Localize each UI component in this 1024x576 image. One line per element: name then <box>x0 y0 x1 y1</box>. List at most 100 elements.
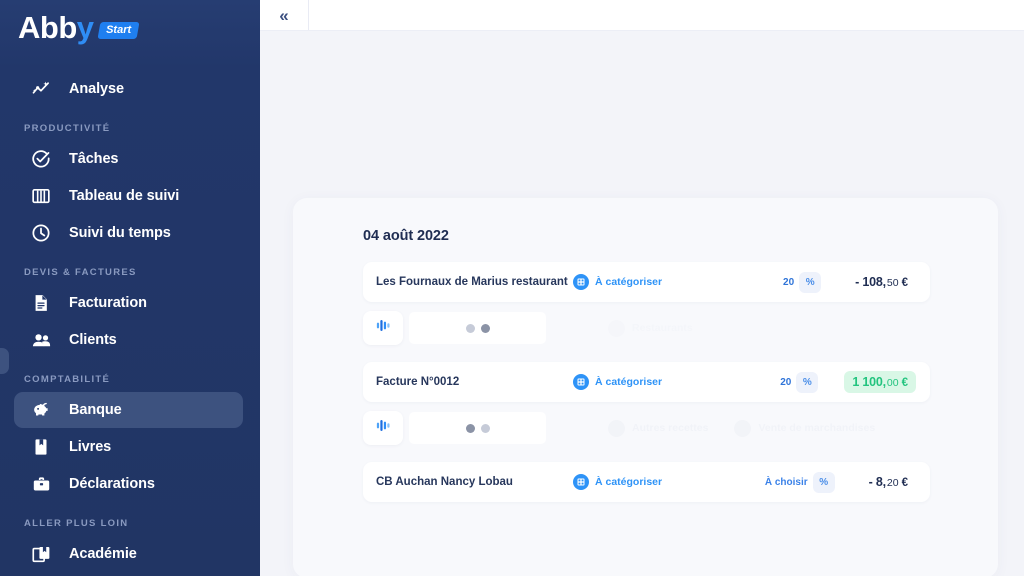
sidebar-section-productivite: PRODUCTIVITÉ <box>24 123 111 134</box>
sidebar-item-label: Suivi du temps <box>69 225 171 241</box>
loading-dot <box>480 423 490 433</box>
sidebar-item-livres[interactable]: Livres <box>14 429 243 465</box>
sidebar-item-declarations[interactable]: Déclarations <box>14 466 243 502</box>
logo-text-primary: Abb <box>18 10 77 45</box>
table-row[interactable]: Les Fournaux de Marius restaurant À caté… <box>363 262 930 302</box>
percent-icon: % <box>796 371 819 393</box>
ghost-chip-avatar <box>608 419 625 437</box>
category-loading-indicator <box>409 312 546 344</box>
sidebar-item-label: Tâches <box>69 151 119 167</box>
receipt-grid-icon <box>573 274 589 290</box>
equalizer-bars-icon-button[interactable] <box>363 411 403 445</box>
books-icon <box>29 542 53 566</box>
ghost-category-suggestions: Autres recettes Vente de marchandises <box>608 419 876 437</box>
sidebar: Abb y Start Analyse PRODUCTIVITÉ Tâches … <box>0 0 260 576</box>
ghost-chip-label: Autres recettes <box>632 422 709 434</box>
ghost-chip-label: Restaurants <box>632 322 693 334</box>
ghost-chip: Autres recettes <box>608 419 709 437</box>
transaction-amount: - 108, 50 € <box>847 271 916 293</box>
transaction-category-label: À catégoriser <box>595 276 663 288</box>
sidebar-item-clients[interactable]: Clients <box>14 322 243 358</box>
sidebar-item-suivi-du-temps[interactable]: Suivi du temps <box>14 215 243 251</box>
ghost-chip-avatar <box>734 419 752 437</box>
sidebar-item-label: Livres <box>69 439 112 455</box>
sidebar-item-facturation[interactable]: Facturation <box>14 285 243 321</box>
sidebar-item-label: Académie <box>69 546 137 562</box>
sidebar-item-label: Facturation <box>69 295 147 311</box>
transaction-vat-value: À choisir <box>764 476 808 488</box>
table-row[interactable]: Facture N°0012 À catégoriser 20 % 1 100,… <box>363 362 930 402</box>
transaction-vat-selector[interactable]: À choisir % <box>764 471 835 493</box>
analytics-chart-icon <box>29 77 53 101</box>
sidebar-item-tableau-de-suivi[interactable]: Tableau de suivi <box>14 178 243 214</box>
sidebar-section-devis-factures: DEVIS & FACTURES <box>24 267 137 278</box>
briefcase-icon <box>29 472 53 496</box>
receipt-grid-icon <box>573 474 589 490</box>
transaction-label: Les Fournaux de Marius restaurant <box>376 276 568 288</box>
piggy-bank-icon <box>29 398 53 422</box>
content-scroll-area[interactable]: 04 août 2022 Les Fournaux de Marius rest… <box>260 31 1024 576</box>
transaction-vat-selector[interactable]: 20 % <box>783 271 822 293</box>
receipt-grid-icon <box>573 374 589 390</box>
main-area: « 04 août 2022 Les Fournaux de Marius re… <box>260 0 1024 576</box>
check-circle-icon <box>29 147 53 171</box>
percent-icon: % <box>812 471 835 493</box>
logo-text-accent: y <box>76 10 94 45</box>
sidebar-item-label: Déclarations <box>69 476 155 492</box>
double-chevron-left-icon: « <box>279 5 289 25</box>
ghost-chip: Restaurants <box>608 319 693 337</box>
sidebar-item-banque[interactable]: Banque <box>14 392 243 428</box>
transaction-label: Facture N°0012 <box>376 376 460 388</box>
transaction-vat-value: 20 <box>783 276 795 288</box>
sidebar-collapse-button[interactable]: « <box>260 0 309 30</box>
transaction-category-button[interactable]: À catégoriser <box>573 274 662 290</box>
row-divider-gap <box>363 446 930 462</box>
loading-dot <box>465 423 475 433</box>
amount-main: 1 100, <box>852 375 886 389</box>
ghost-chip-label: Vente de marchandises <box>758 422 876 434</box>
amount-cents: 00 <box>886 377 899 389</box>
amount-main: - 8, <box>868 475 886 489</box>
equalizer-bars-icon <box>375 417 392 439</box>
transactions-date-heading: 04 août 2022 <box>363 228 449 244</box>
amount-currency: € <box>901 377 908 389</box>
users-icon <box>29 328 53 352</box>
document-icon <box>29 291 53 315</box>
topbar-empty-space <box>309 0 1024 30</box>
transaction-vat-value: 20 <box>780 376 792 388</box>
sidebar-nav: Analyse PRODUCTIVITÉ Tâches Tableau de s… <box>0 56 260 576</box>
transaction-category-button[interactable]: À catégoriser <box>573 374 662 390</box>
sidebar-item-label: Banque <box>69 402 122 418</box>
transaction-vat-selector[interactable]: 20 % <box>780 371 819 393</box>
sidebar-item-analyse[interactable]: Analyse <box>14 71 243 107</box>
transaction-amount: - 8, 20 € <box>860 471 916 493</box>
transactions-list: Les Fournaux de Marius restaurant À caté… <box>293 244 998 502</box>
logo-plan-badge: Start <box>97 22 140 39</box>
app-root: Abb y Start Analyse PRODUCTIVITÉ Tâches … <box>0 0 1024 576</box>
sidebar-item-label: Analyse <box>69 81 124 97</box>
sidebar-item-taches[interactable]: Tâches <box>14 141 243 177</box>
amount-main: - 108, <box>855 275 886 289</box>
row-divider-gap <box>363 346 930 362</box>
app-logo[interactable]: Abb y Start <box>0 0 260 56</box>
sidebar-item-label: Clients <box>69 332 117 348</box>
ghost-category-suggestions: Restaurants <box>608 319 693 337</box>
transactions-panel: 04 août 2022 Les Fournaux de Marius rest… <box>293 198 998 576</box>
sidebar-item-academie[interactable]: Académie <box>14 536 243 572</box>
sidebar-active-edge-indicator <box>0 348 9 374</box>
logo-plan-badge-label: Start <box>105 24 131 36</box>
amount-currency: € <box>901 477 908 489</box>
ghost-chip-avatar <box>608 319 625 337</box>
transaction-category-button[interactable]: À catégoriser <box>573 474 662 490</box>
table-row[interactable]: CB Auchan Nancy Lobau À catégoriser À ch… <box>363 462 930 502</box>
sidebar-section-aller-plus-loin: ALLER PLUS LOIN <box>24 518 129 529</box>
loading-dot <box>480 323 490 333</box>
ghost-chip: Vente de marchandises <box>734 419 876 437</box>
equalizer-bars-icon-button[interactable] <box>363 311 403 345</box>
sidebar-section-comptabilite: COMPTABILITÉ <box>24 374 111 385</box>
columns-board-icon <box>29 184 53 208</box>
percent-icon: % <box>799 271 822 293</box>
clock-icon <box>29 221 53 245</box>
transaction-expanded-row: Autres recettes Vente de marchandises <box>363 410 930 446</box>
amount-currency: € <box>901 277 908 289</box>
